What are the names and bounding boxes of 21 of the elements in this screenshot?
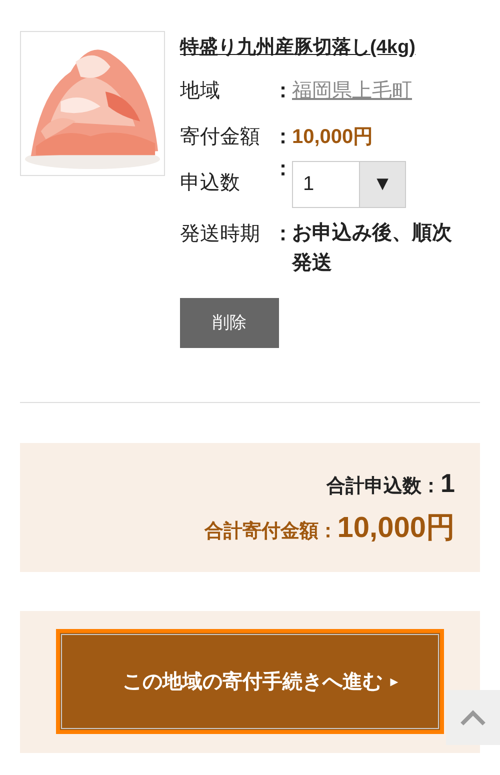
field-label: 地域	[180, 78, 221, 104]
product-title-link[interactable]: 特盛り九州産豚切落し(4kg)	[180, 34, 480, 62]
total-count-label: 合計申込数：	[326, 474, 441, 499]
colon: ：	[273, 78, 292, 104]
colon: ：	[273, 124, 292, 150]
total-count: 1	[440, 466, 455, 500]
colon: ：	[273, 156, 292, 182]
chevron-up-icon	[460, 710, 486, 726]
field-label: 申込数	[180, 170, 241, 196]
quantity-select[interactable]: 1 ▼	[292, 160, 406, 208]
shipping-period: お申込み後、順次発送	[292, 220, 453, 276]
total-amount: 10,000円	[337, 510, 455, 546]
proceed-button[interactable]: この地域の寄付手続きへ進む ▸	[56, 629, 444, 734]
total-amount-label: 合計寄付金額：	[204, 520, 338, 544]
donation-amount: 10,000円	[292, 124, 374, 150]
field-label: 寄付金額	[180, 124, 261, 150]
region-link[interactable]: 福岡県上毛町	[292, 74, 412, 106]
colon: ：	[273, 222, 292, 246]
field-label: 発送時期	[180, 222, 261, 246]
scroll-top-button[interactable]	[446, 690, 500, 745]
delete-button[interactable]: 削除	[180, 298, 279, 348]
